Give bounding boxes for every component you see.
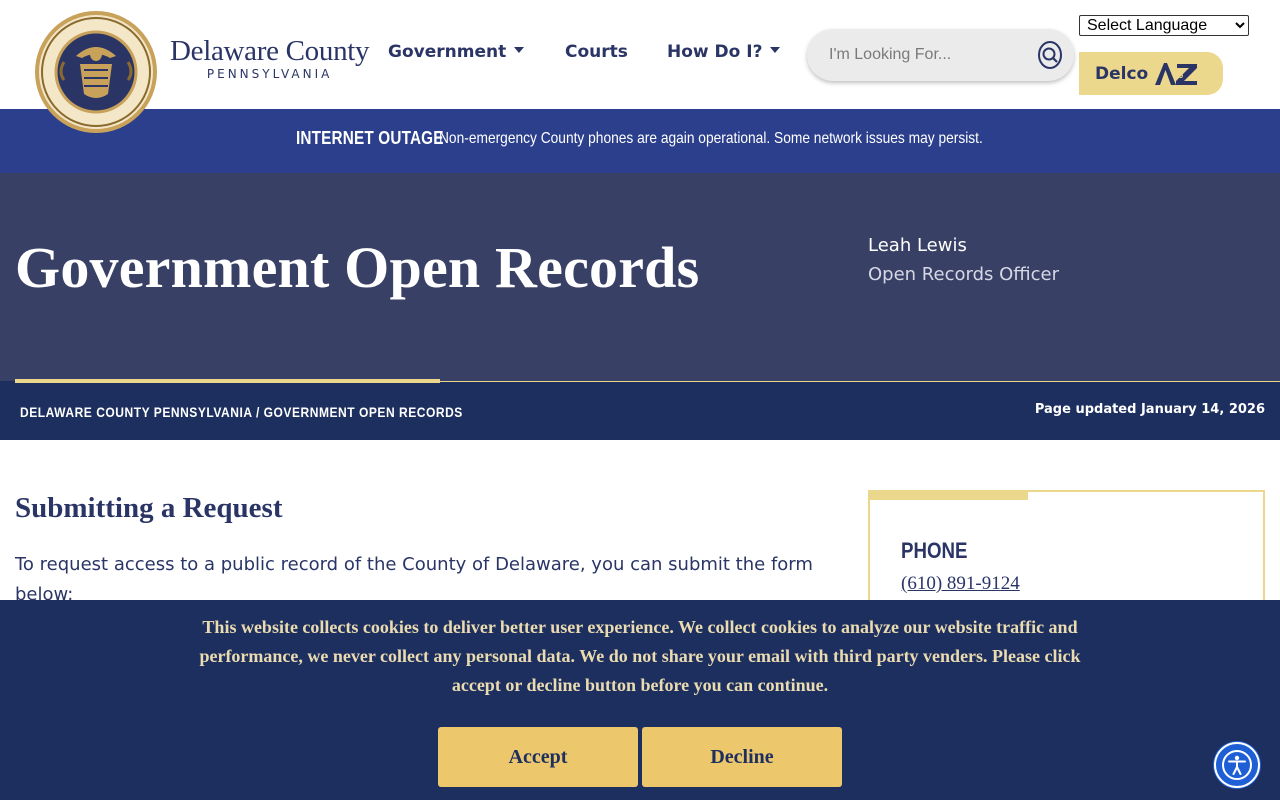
search-input[interactable] [829,43,1029,67]
nav-how-do-i-label: How Do I? [667,42,763,62]
alert-message: Non-emergency County phones are again op… [439,130,983,147]
a-to-z-icon: TO [1153,60,1199,88]
phone-link[interactable]: (610) 891-9124 [901,573,1020,595]
page-title: Government Open Records [15,235,700,300]
brand-wordmark[interactable]: Delaware County PENNSYLVANIA [170,35,370,81]
breadcrumb-accent [15,379,440,383]
brand-name: Delaware County [170,35,370,67]
decline-button[interactable]: Decline [642,727,842,787]
breadcrumb-bar: DELAWARE COUNTY PENNSYLVANIA / GOVERNMEN… [0,379,1280,440]
nav-courts-label: Courts [565,42,628,62]
section-heading: Submitting a Request [15,492,283,524]
nav-courts[interactable]: Courts [565,42,628,62]
cookie-banner: This website collects cookies to deliver… [0,600,1280,800]
alert-banner: INTERNET OUTAGE Non-emergency County pho… [0,109,1280,173]
site-header: Delaware County PENNSYLVANIA Government … [0,0,1280,133]
officer-title: Open Records Officer [868,264,1060,285]
a-to-z-small: TO [1174,73,1183,80]
contact-card-accent [868,490,1028,500]
accessibility-icon [1220,748,1254,782]
chevron-down-icon [770,47,781,53]
accept-button[interactable]: Accept [438,727,638,787]
search-icon[interactable] [1036,39,1064,71]
accessibility-button[interactable] [1214,742,1260,788]
alert-title: INTERNET OUTAGE [296,128,444,148]
brand-subtitle: PENNSYLVANIA [206,67,333,81]
delco-a-to-z-button[interactable]: Delco TO [1079,52,1223,95]
cookie-message: This website collects cookies to deliver… [199,617,1081,695]
page-updated-date: Page updated January 14, 2026 [1034,402,1265,417]
phone-label: PHONE [901,538,968,563]
delco-label: Delco [1095,64,1149,84]
nav-how-do-i[interactable]: How Do I? [667,42,781,62]
search-box [807,29,1074,81]
language-select[interactable]: Select Language [1079,15,1249,36]
nav-government[interactable]: Government [388,42,525,62]
county-seal-icon[interactable] [34,10,158,134]
breadcrumb[interactable]: DELAWARE COUNTY PENNSYLVANIA / GOVERNMEN… [20,404,463,420]
officer-name: Leah Lewis [868,235,967,256]
chevron-down-icon [514,47,525,53]
page-hero: Government Open Records Leah Lewis Open … [0,173,1280,381]
nav-government-label: Government [388,42,507,62]
